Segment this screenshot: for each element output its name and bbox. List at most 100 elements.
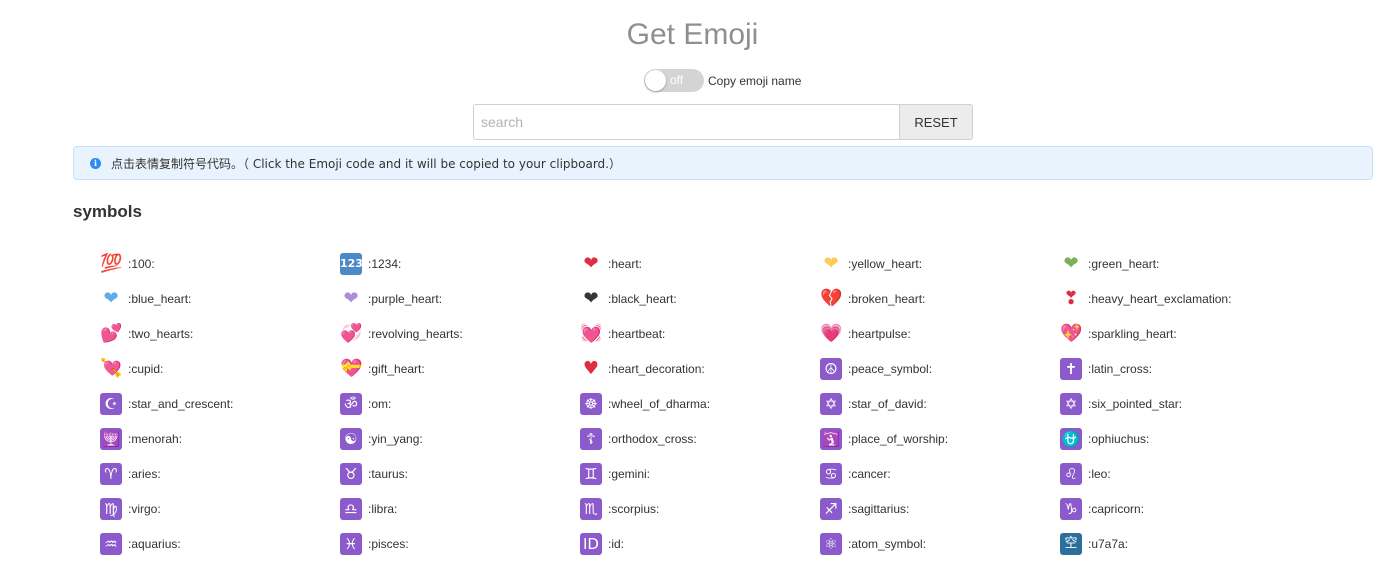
emoji-item[interactable]: 💕:two_hearts: xyxy=(100,321,340,347)
emoji-item[interactable]: ♌:leo: xyxy=(1060,461,1300,487)
emoji-item[interactable]: ♑ :capricorn: xyxy=(1060,496,1300,522)
emoji-icon: ♋ xyxy=(820,463,842,485)
emoji-item[interactable]: ♐:sagittarius: xyxy=(820,496,1060,522)
copy-name-toggle-row: off Copy emoji name xyxy=(644,69,801,92)
info-notice: i 点击表情复制符号代码。（ Click the Emoji code and … xyxy=(73,146,1373,180)
copy-name-toggle[interactable]: off xyxy=(644,69,704,92)
emoji-code: :capricorn: xyxy=(1088,502,1145,516)
emoji-icon: ♌ xyxy=(1060,463,1082,485)
emoji-code: :virgo: xyxy=(128,502,161,516)
emoji-item[interactable]: ♥:heart_decoration: xyxy=(580,356,820,382)
emoji-item[interactable]: ♉:taurus: xyxy=(340,461,580,487)
emoji-item[interactable]: 💞 :revolving_hearts: xyxy=(340,321,580,347)
search-input[interactable] xyxy=(473,104,899,140)
emoji-icon: ❤ xyxy=(823,253,839,274)
emoji-icon: ⚛ xyxy=(820,533,842,555)
emoji-code: :menorah: xyxy=(128,432,183,446)
emoji-item[interactable]: ❤ :purple_heart: xyxy=(340,286,580,312)
emoji-item[interactable]: 空:u7a7a: xyxy=(1060,531,1300,557)
emoji-item[interactable]: ✝:latin_cross: xyxy=(1060,356,1300,382)
emoji-item[interactable]: 💓:heartbeat: xyxy=(580,321,820,347)
emoji-code: :wheel_of_dharma: xyxy=(608,397,711,411)
emoji-item[interactable]: 💯:100: xyxy=(100,251,340,277)
emoji-icon: 💖 xyxy=(1060,323,1083,344)
emoji-item[interactable]: 1234:1234: xyxy=(340,251,580,277)
emoji-code: :star_and_crescent: xyxy=(128,397,234,411)
emoji-code: :aquarius: xyxy=(128,537,181,551)
emoji-item[interactable]: ❤:yellow_heart: xyxy=(820,251,1060,277)
emoji-item[interactable]: ❤:blue_heart: xyxy=(100,286,340,312)
emoji-icon: ♉ xyxy=(340,463,362,485)
emoji-item[interactable]: 💘:cupid: xyxy=(100,356,340,382)
toggle-state-text: off xyxy=(670,73,684,87)
emoji-icon: ☸ xyxy=(580,393,602,415)
emoji-code: :gemini: xyxy=(608,467,651,481)
emoji-icon: 🛐 xyxy=(820,428,842,450)
emoji-item[interactable]: ☮:peace_symbol: xyxy=(820,356,1060,382)
emoji-code: :1234: xyxy=(368,257,402,271)
emoji-item[interactable]: 💗:heartpulse: xyxy=(820,321,1060,347)
emoji-icon: ☦ xyxy=(580,428,602,450)
emoji-icon: 💯 xyxy=(100,253,123,274)
emoji-item[interactable]: ❤ :green_heart: xyxy=(1060,251,1300,277)
emoji-icon: ♒ xyxy=(100,533,122,555)
section-title: symbols xyxy=(73,202,142,221)
emoji-icon: ❤ xyxy=(343,288,359,309)
emoji-icon: ♍ xyxy=(100,498,122,520)
emoji-item[interactable]: ♒ :aquarius: xyxy=(100,531,340,557)
emoji-item[interactable]: ✡:star_of_david: xyxy=(820,391,1060,417)
emoji-item[interactable]: 🛐:place_of_worship: xyxy=(820,426,1060,452)
emoji-item[interactable]: ✡:six_pointed_star: xyxy=(1060,391,1300,417)
emoji-icon: 💝 xyxy=(340,358,363,379)
emoji-code: :heartpulse: xyxy=(848,327,911,341)
emoji-code: :u7a7a: xyxy=(1088,537,1129,551)
emoji-icon: ☪ xyxy=(100,393,122,415)
emoji-item[interactable]: ❤:black_heart: xyxy=(580,286,820,312)
reset-button[interactable]: RESET xyxy=(899,104,973,140)
emoji-code: :scorpius: xyxy=(608,502,660,516)
emoji-item[interactable]: ☸ :wheel_of_dharma: xyxy=(580,391,820,417)
emoji-item[interactable]: ॐ:om: xyxy=(340,391,580,417)
emoji-code: :revolving_hearts: xyxy=(368,327,463,341)
emoji-code: :six_pointed_star: xyxy=(1088,397,1183,411)
emoji-item[interactable]: ⛎:ophiuchus: xyxy=(1060,426,1300,452)
emoji-icon: ♊ xyxy=(580,463,602,485)
emoji-icon: ❤ xyxy=(583,253,599,274)
emoji-code: :sagittarius: xyxy=(848,502,910,516)
emoji-icon: ID xyxy=(580,533,602,555)
emoji-icon: 💕 xyxy=(100,323,123,344)
emoji-item[interactable]: 🕎:menorah: xyxy=(100,426,340,452)
emoji-item[interactable]: 💝:gift_heart: xyxy=(340,356,580,382)
toggle-knob xyxy=(645,70,666,91)
emoji-item[interactable]: ☯:yin_yang: xyxy=(340,426,580,452)
emoji-item[interactable]: ♓:pisces: xyxy=(340,531,580,557)
emoji-item[interactable]: ♊ :gemini: xyxy=(580,461,820,487)
emoji-item[interactable]: ♍ :virgo: xyxy=(100,496,340,522)
emoji-item[interactable]: 💖:sparkling_heart: xyxy=(1060,321,1300,347)
emoji-item[interactable]: ☦:orthodox_cross: xyxy=(580,426,820,452)
emoji-code: :id: xyxy=(608,537,625,551)
emoji-code: :purple_heart: xyxy=(368,292,443,306)
emoji-icon: ❤ xyxy=(1063,253,1079,274)
emoji-icon: 💘 xyxy=(100,358,123,379)
emoji-item[interactable]: ♎:libra: xyxy=(340,496,580,522)
page-title: Get Emoji xyxy=(626,18,759,51)
emoji-icon: 💞 xyxy=(340,323,363,344)
emoji-code: :green_heart: xyxy=(1088,257,1160,271)
emoji-item[interactable]: ♏:scorpius: xyxy=(580,496,820,522)
emoji-icon: ♑ xyxy=(1060,498,1082,520)
emoji-item[interactable]: ID :id: xyxy=(580,531,820,557)
emoji-item[interactable]: ❣:heavy_heart_exclamation: xyxy=(1060,286,1300,312)
emoji-code: :atom_symbol: xyxy=(848,537,927,551)
emoji-item[interactable]: ☪ :star_and_crescent: xyxy=(100,391,340,417)
emoji-item[interactable]: 💔:broken_heart: xyxy=(820,286,1060,312)
emoji-item[interactable]: ❤:heart: xyxy=(580,251,820,277)
emoji-item[interactable]: ♈:aries: xyxy=(100,461,340,487)
emoji-code: :ophiuchus: xyxy=(1088,432,1150,446)
emoji-item[interactable]: ⚛ :atom_symbol: xyxy=(820,531,1060,557)
emoji-icon: 💓 xyxy=(580,323,603,344)
emoji-item[interactable]: ♋ :cancer: xyxy=(820,461,1060,487)
emoji-code: :cancer: xyxy=(848,467,891,481)
emoji-code: :broken_heart: xyxy=(848,292,926,306)
info-icon: i xyxy=(90,157,101,169)
